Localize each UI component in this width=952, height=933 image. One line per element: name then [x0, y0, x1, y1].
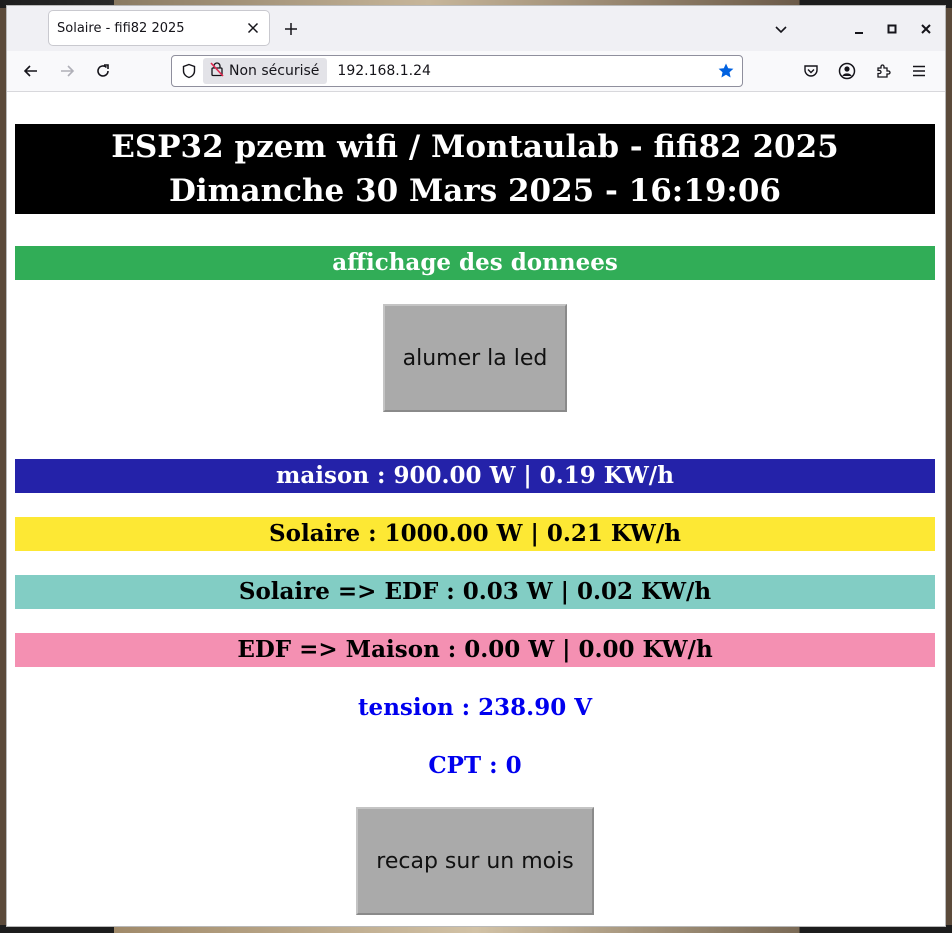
- hamburger-menu-icon[interactable]: [907, 59, 931, 83]
- recap-button[interactable]: recap sur un mois: [356, 807, 594, 915]
- security-label: Non sécurisé: [229, 63, 320, 79]
- maison-reading: maison : 900.00 W | 0.19 KW/h: [15, 459, 935, 493]
- url-text[interactable]: 192.168.1.24: [337, 63, 715, 79]
- arrow-left-icon[interactable]: [19, 59, 43, 83]
- lock-slash-icon: [209, 61, 225, 81]
- edf-maison-reading: EDF => Maison : 0.00 W | 0.00 KW/h: [15, 633, 935, 667]
- cpt-reading: CPT : 0: [428, 752, 522, 779]
- led-button[interactable]: alumer la led: [383, 304, 567, 412]
- navigation-bar: Non sécurisé 192.168.1.24: [7, 51, 945, 92]
- minimize-icon[interactable]: [847, 17, 871, 41]
- security-indicator[interactable]: Non sécurisé: [203, 58, 328, 84]
- solaire-edf-reading: Solaire => EDF : 0.03 W | 0.02 KW/h: [15, 575, 935, 609]
- arrow-right-icon[interactable]: [55, 59, 79, 83]
- tab-title: Solaire - fifi82 2025: [57, 20, 185, 36]
- header-datetime: Dimanche 30 Mars 2025 - 16:19:06: [169, 173, 781, 209]
- section-title: affichage des donnees: [15, 246, 935, 280]
- chevron-down-icon[interactable]: [769, 17, 793, 41]
- desktop-background-bottom: [0, 925, 952, 933]
- maximize-icon[interactable]: [880, 17, 904, 41]
- close-tab-icon[interactable]: [241, 16, 265, 40]
- tension-reading: tension : 238.90 V: [357, 694, 593, 721]
- page-header: ESP32 pzem wifi / Montaulab - fifi82 202…: [15, 124, 935, 214]
- browser-tab[interactable]: Solaire - fifi82 2025: [49, 11, 269, 45]
- puzzle-icon[interactable]: [871, 59, 895, 83]
- solaire-reading: Solaire : 1000.00 W | 0.21 KW/h: [15, 517, 935, 551]
- new-tab-icon[interactable]: [279, 17, 303, 41]
- close-window-icon[interactable]: [914, 17, 938, 41]
- url-bar[interactable]: Non sécurisé 192.168.1.24: [171, 55, 743, 87]
- shield-icon[interactable]: [178, 60, 200, 82]
- pocket-icon[interactable]: [799, 59, 823, 83]
- header-title: ESP32 pzem wifi / Montaulab - fifi82 202…: [111, 129, 839, 165]
- reload-icon[interactable]: [91, 59, 115, 83]
- account-icon[interactable]: [835, 59, 859, 83]
- star-icon[interactable]: [715, 60, 737, 82]
- web-page: ESP32 pzem wifi / Montaulab - fifi82 202…: [7, 92, 945, 926]
- browser-window: Solaire - fifi82 2025 Non sécurisé 192.1…: [7, 6, 945, 926]
- tab-strip: Solaire - fifi82 2025: [7, 6, 945, 51]
